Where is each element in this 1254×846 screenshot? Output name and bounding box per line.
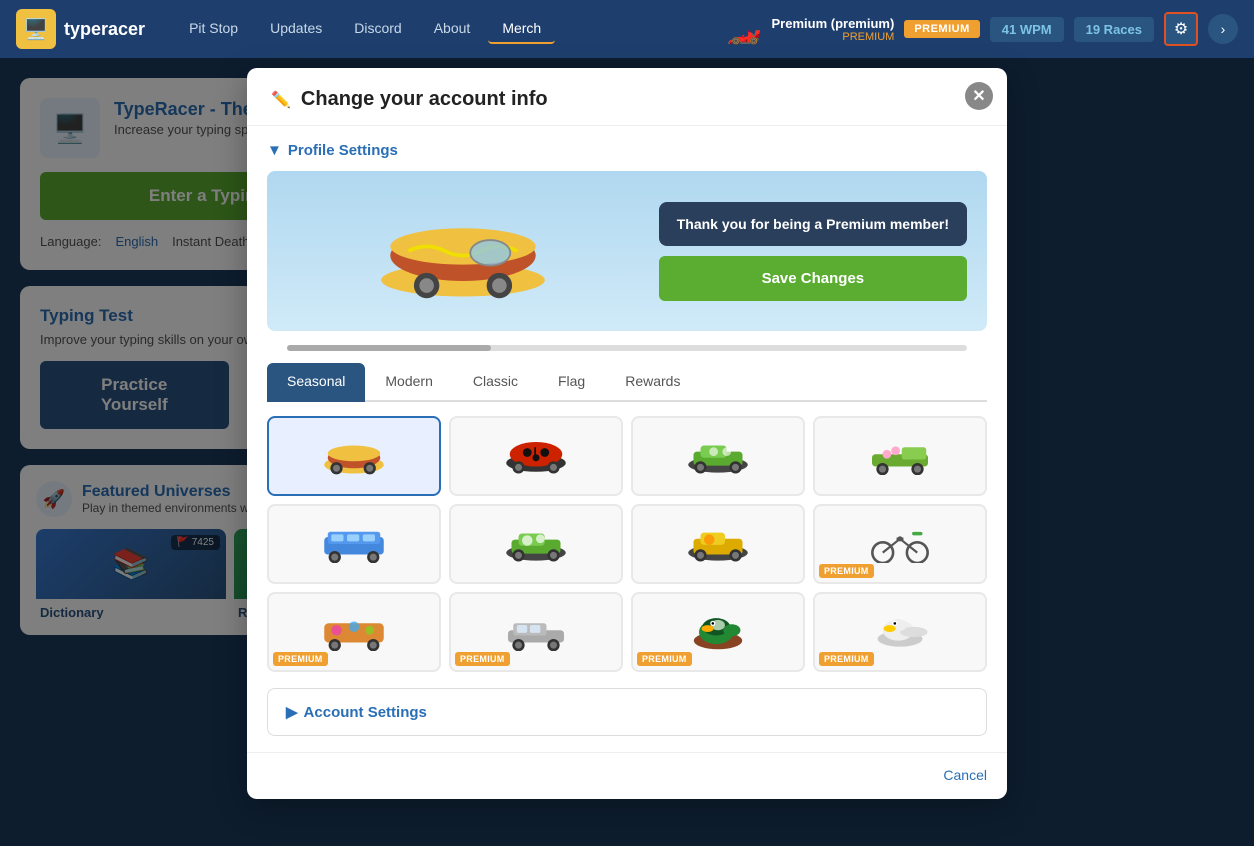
modal-close-button[interactable]: ✕ [965, 82, 993, 110]
profile-settings-toggle[interactable]: ▼ Profile Settings [267, 142, 987, 159]
premium-tag-hippie: PREMIUM [273, 652, 328, 666]
save-changes-button[interactable]: Save Changes [659, 256, 967, 301]
car-yellow-flower[interactable] [631, 504, 805, 584]
car-cherry-blossom-truck[interactable] [813, 416, 987, 496]
tab-classic[interactable]: Classic [453, 363, 538, 402]
premium-tag-duck: PREMIUM [637, 652, 692, 666]
username: Premium (premium) [772, 16, 895, 31]
user-info: Premium (premium) PREMIUM [772, 16, 895, 43]
nav-merch[interactable]: Merch [488, 14, 555, 44]
profile-settings-label: Profile Settings [288, 142, 398, 159]
account-settings-label: Account Settings [304, 704, 427, 721]
car-hotdog[interactable] [267, 416, 441, 496]
logo-icon: 🖥️ [16, 9, 56, 49]
nav-updates[interactable]: Updates [256, 14, 336, 44]
premium-thank-you: Thank you for being a Premium member! [659, 202, 967, 246]
modal-title: Change your account info [301, 88, 548, 111]
header: 🖥️ typeracer Pit Stop Updates Discord Ab… [0, 0, 1254, 58]
car-seagull[interactable]: PREMIUM [813, 592, 987, 672]
premium-tag-bicycle: PREMIUM [819, 564, 874, 578]
car-category-tabs: Seasonal Modern Classic Flag Rewards [267, 363, 987, 402]
nav-about[interactable]: About [420, 14, 485, 44]
premium-badge: PREMIUM [904, 20, 979, 38]
car-hippie-bus[interactable]: PREMIUM [267, 592, 441, 672]
car-selection-grid: PREMIUM PREMIUM [267, 416, 987, 672]
tab-flag[interactable]: Flag [538, 363, 605, 402]
modal-header: ✏️ Change your account info ✕ [247, 68, 1007, 126]
avatar-car: 🏎️ [727, 13, 762, 46]
car-duck[interactable]: PREMIUM [631, 592, 805, 672]
tab-seasonal[interactable]: Seasonal [267, 363, 365, 402]
car-flower-green[interactable] [631, 416, 805, 496]
gear-button[interactable]: ⚙ [1164, 12, 1198, 46]
modal-footer: Cancel [247, 752, 1007, 799]
scrollbar-thumb [287, 345, 491, 351]
wpm-badge: 41 WPM [990, 17, 1064, 42]
cancel-button[interactable]: Cancel [943, 767, 987, 783]
car-scrollbar[interactable] [287, 345, 967, 351]
profile-preview-area: Thank you for being a Premium member! Sa… [267, 171, 987, 331]
preview-actions: Thank you for being a Premium member! Sa… [659, 191, 967, 311]
account-settings-section[interactable]: ▶ Account Settings [267, 688, 987, 736]
account-modal: ✏️ Change your account info ✕ ▼ Profile … [247, 68, 1007, 799]
races-badge: 19 Races [1074, 17, 1154, 42]
premium-tag-seagull: PREMIUM [819, 652, 874, 666]
logo-text[interactable]: typeracer [64, 19, 145, 40]
header-right: 🏎️ Premium (premium) PREMIUM PREMIUM 41 … [727, 12, 1238, 46]
nav-discord[interactable]: Discord [340, 14, 415, 44]
modal-title-icon: ✏️ [271, 90, 291, 110]
account-triangle: ▶ [286, 703, 298, 721]
car-gray[interactable]: PREMIUM [449, 592, 623, 672]
nav-links: Pit Stop Updates Discord About Merch [175, 14, 555, 44]
nav-pit-stop[interactable]: Pit Stop [175, 14, 252, 44]
nav-arrow-button[interactable]: › [1208, 14, 1238, 44]
tab-modern[interactable]: Modern [365, 363, 452, 402]
modal-body: ▼ Profile Settings [247, 126, 1007, 752]
car-bicycle[interactable]: PREMIUM [813, 504, 987, 584]
car-daisy[interactable] [449, 504, 623, 584]
profile-triangle: ▼ [267, 142, 282, 159]
premium-tag-gray: PREMIUM [455, 652, 510, 666]
tab-rewards[interactable]: Rewards [605, 363, 700, 402]
account-settings-toggle[interactable]: ▶ Account Settings [286, 703, 968, 721]
user-tier: PREMIUM [772, 31, 895, 43]
preview-car-area [287, 191, 639, 311]
logo-area: 🖥️ typeracer [16, 9, 145, 49]
hotdog-car-preview [363, 201, 563, 301]
car-blue-bus[interactable] [267, 504, 441, 584]
main-content: 🖥️ TypeRacer - The Global Typi... Increa… [0, 58, 1254, 846]
modal-overlay[interactable]: ✏️ Change your account info ✕ ▼ Profile … [0, 58, 1254, 846]
car-ladybug[interactable] [449, 416, 623, 496]
